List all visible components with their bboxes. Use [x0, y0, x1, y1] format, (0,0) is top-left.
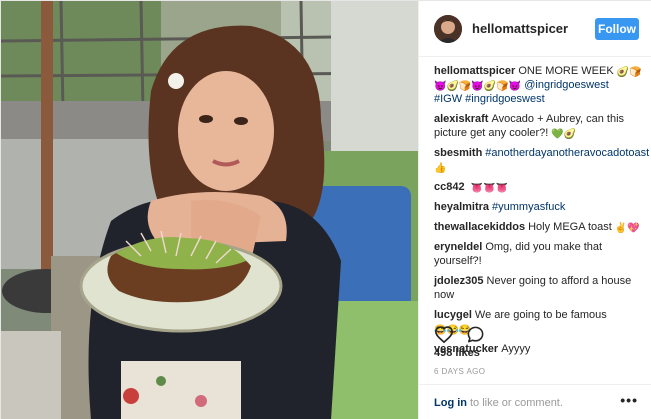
comment-text[interactable]: #anotherdayanotheravocadotoast — [485, 147, 649, 159]
list-item: alexiskraft Avocado + Aubrey, can this pi… — [434, 112, 644, 140]
avatar[interactable] — [434, 14, 462, 43]
comment-username[interactable]: jdolez305 — [434, 275, 484, 287]
post-sidebar: hellomattspicer Follow hellomattspicer ON… — [418, 1, 651, 419]
comment-emoji: ✌️💖 — [614, 223, 640, 234]
caption: hellomattspicer ONE MORE WEEK 🥑🍞 😈🥑🍞😈🥑🍞😈 … — [434, 64, 644, 106]
post-photo-image — [1, 1, 418, 419]
caption-text: ONE MORE WEEK — [518, 65, 614, 77]
caption-mention[interactable]: @ingridgoeswest — [524, 79, 609, 91]
timestamp: 6 DAYS AGO — [434, 367, 486, 376]
list-item: eryneldel Omg, did you make that yourself… — [434, 240, 644, 268]
list-item: heyalmitra #yummyasfuck — [434, 200, 644, 214]
login-prompt: Log in to like or comment. — [419, 384, 651, 419]
caption-username[interactable]: hellomattspicer — [434, 65, 515, 77]
more-options-icon[interactable]: ••• — [620, 393, 638, 407]
list-item: cc842 👅👅👅 — [434, 180, 644, 194]
login-link[interactable]: Log in — [434, 397, 467, 409]
comment-username[interactable]: lucygel — [434, 309, 472, 321]
comment-emoji: 💚🥑 — [551, 129, 577, 140]
caption-hashtags[interactable]: #IGW #ingridgoeswest — [434, 93, 545, 105]
comment-text[interactable]: #yummyasfuck — [492, 201, 565, 213]
comment-username[interactable]: thewallacekiddos — [434, 221, 525, 233]
post-header: hellomattspicer Follow — [419, 1, 651, 57]
comment-username[interactable]: eryneldel — [434, 241, 482, 253]
follow-button[interactable]: Follow — [595, 18, 639, 40]
comment-text: Holy MEGA toast — [528, 221, 612, 233]
comment-text: We are going to be famous — [474, 309, 607, 321]
heart-icon[interactable] — [434, 325, 454, 343]
comment-username[interactable]: cc842 — [434, 181, 465, 193]
comment-emoji: 👅👅👅 — [470, 183, 509, 194]
likes-count[interactable]: 498 likes — [434, 347, 480, 359]
comment-list: hellomattspicer ONE MORE WEEK 🥑🍞 😈🥑🍞😈🥑🍞😈 … — [434, 64, 649, 362]
comment-icon[interactable] — [466, 325, 485, 344]
post-actions — [434, 323, 644, 345]
list-item: jdolez305 Never going to afford a house n… — [434, 274, 644, 302]
caption-emojis-1: 🥑🍞 — [616, 67, 642, 78]
caption-emojis-2: 😈🥑🍞😈🥑🍞😈 — [434, 81, 522, 92]
post-photo[interactable] — [1, 1, 418, 419]
list-item: sbesmith #anotherdayanotheravocadotoast 👍 — [434, 146, 649, 174]
comment-username[interactable]: sbesmith — [434, 147, 482, 159]
instagram-post: hellomattspicer Follow hellomattspicer ON… — [0, 0, 651, 419]
avatar-image — [434, 14, 462, 43]
comment-emoji: 👍 — [434, 163, 447, 174]
list-item: thewallacekiddos Holy MEGA toast ✌️💖 — [434, 220, 644, 234]
comment-username[interactable]: alexiskraft — [434, 113, 488, 125]
header-username[interactable]: hellomattspicer — [472, 21, 568, 36]
login-rest-text: to like or comment. — [470, 396, 563, 409]
comment-username[interactable]: heyalmitra — [434, 201, 489, 213]
